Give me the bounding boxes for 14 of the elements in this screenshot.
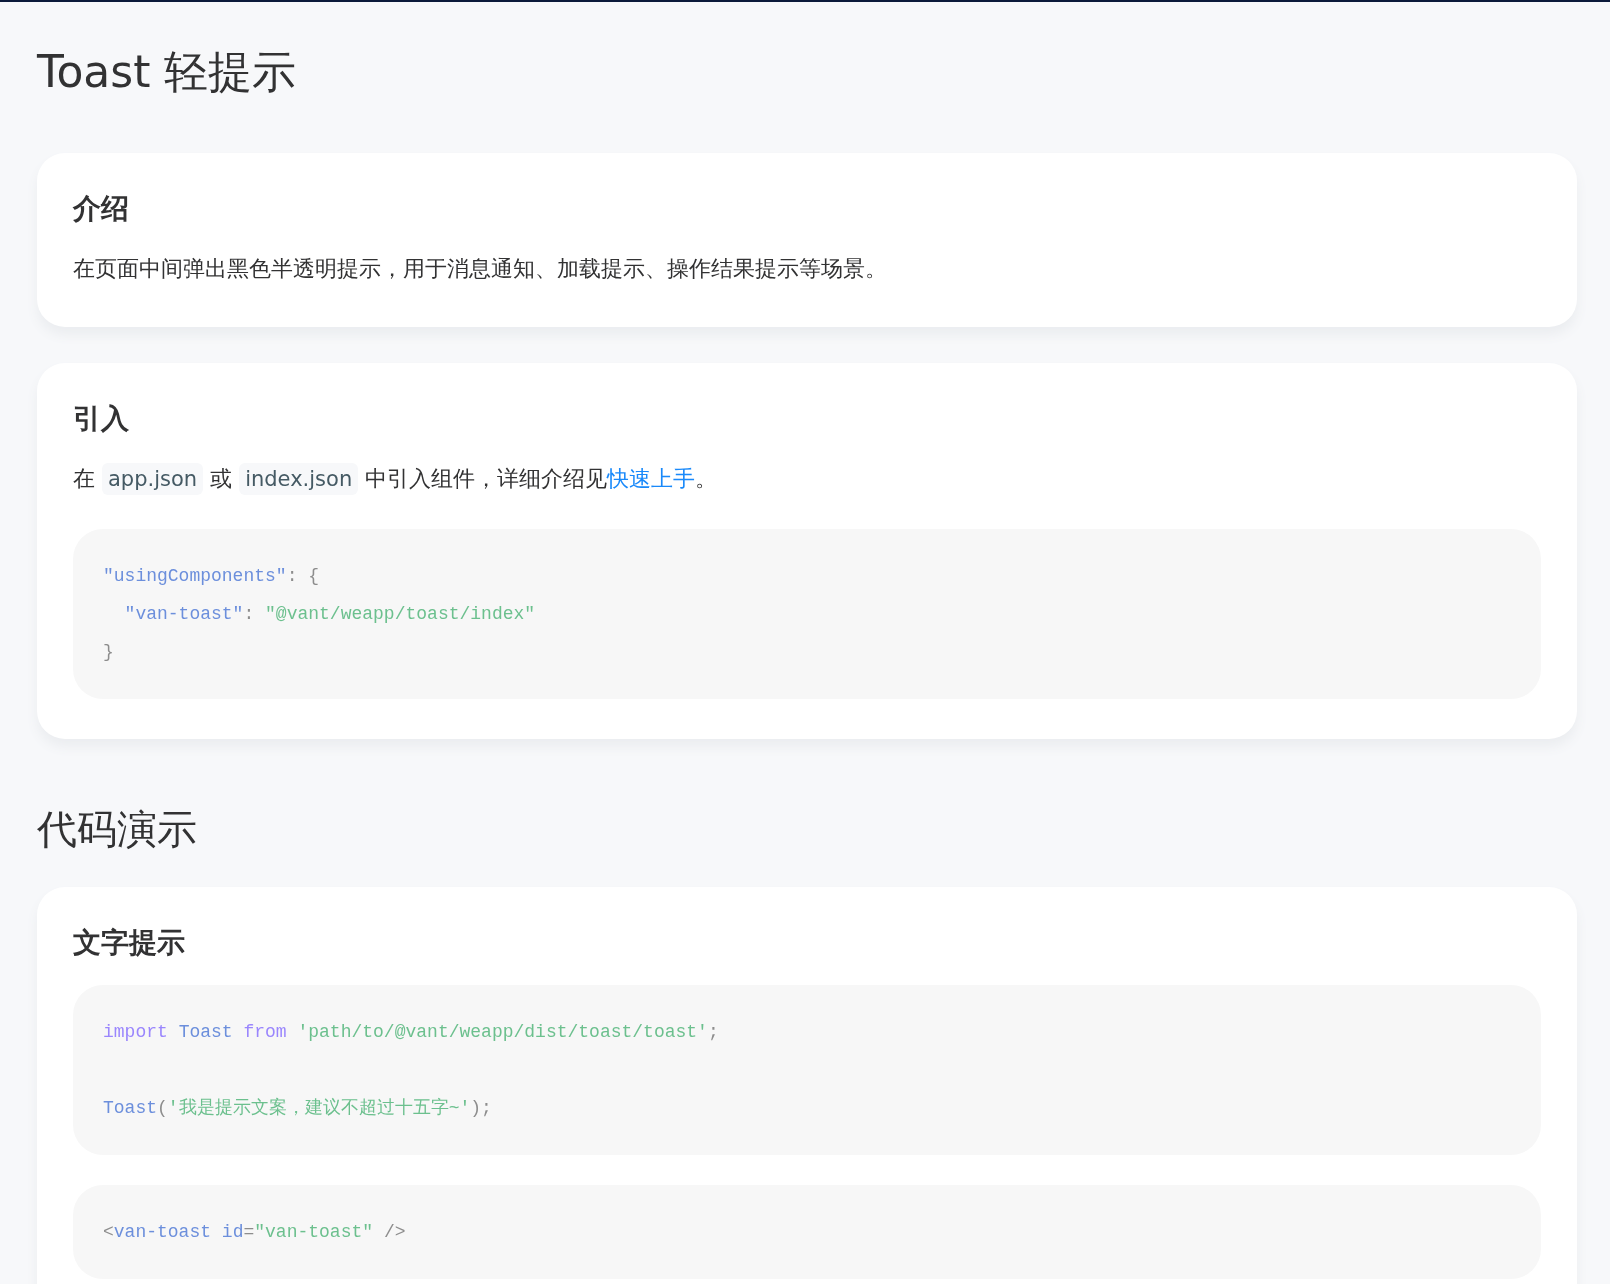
code-line: import Toast from 'path/to/@vant/weapp/dist/toast/toast'; bbox=[103, 1021, 719, 1044]
quick-start-link[interactable]: 快速上手 bbox=[607, 466, 696, 491]
card-heading: 介绍 bbox=[73, 191, 129, 227]
card-heading: 文字提示 bbox=[73, 925, 185, 961]
code-line: Toast('我是提示文案，建议不超过十五字~'); bbox=[103, 1096, 492, 1120]
page-title: Toast 轻提示 bbox=[37, 45, 297, 99]
code-line: } bbox=[103, 641, 114, 664]
code-line: <van-toast id="van-toast" /> bbox=[103, 1221, 406, 1244]
paragraph: 在 app.json 或 index.json 中引入组件，详细介绍见快速上手。 bbox=[73, 461, 718, 497]
card-heading: 引入 bbox=[73, 401, 129, 437]
code-line: "usingComponents": { bbox=[103, 565, 320, 588]
section-title: 代码演示 bbox=[37, 805, 197, 854]
paragraph: 在页面中间弹出黑色半透明提示，用于消息通知、加载提示、操作结果提示等场景。 bbox=[73, 255, 887, 283]
code-line: "van-toast": "@vant/weapp/toast/index" bbox=[123, 603, 536, 626]
